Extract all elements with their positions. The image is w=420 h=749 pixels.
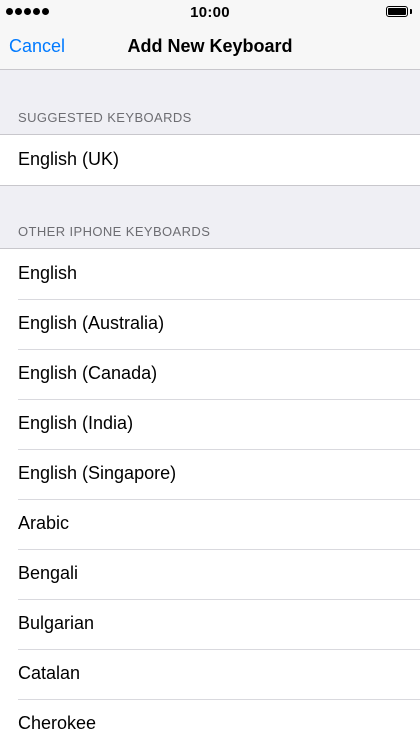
other-keyboards-group: English English (Australia) English (Can… [0, 248, 420, 749]
keyboard-name: Bengali [18, 563, 79, 583]
list-item[interactable]: English (UK) [0, 135, 420, 185]
keyboard-name: English (India) [18, 413, 134, 433]
list-item[interactable]: Arabic [0, 499, 420, 549]
list-item[interactable]: English (Australia) [0, 299, 420, 349]
status-bar: 10:00 [0, 0, 420, 24]
keyboard-name: English (Australia) [18, 313, 165, 333]
keyboard-name: English (UK) [18, 149, 120, 169]
keyboard-name: English [18, 263, 78, 283]
section-header-other: OTHER IPHONE KEYBOARDS [0, 186, 420, 248]
navigation-bar: Cancel Add New Keyboard [0, 24, 420, 70]
keyboard-name: English (Singapore) [18, 463, 177, 483]
section-header-suggested: SUGGESTED KEYBOARDS [0, 70, 420, 134]
battery-icon [386, 6, 412, 17]
section-header-label: SUGGESTED KEYBOARDS [18, 110, 192, 125]
keyboard-list[interactable]: SUGGESTED KEYBOARDS English (UK) OTHER I… [0, 70, 420, 749]
keyboard-name: Bulgarian [18, 613, 95, 633]
list-item[interactable]: English (Canada) [0, 349, 420, 399]
list-item[interactable]: Bulgarian [0, 599, 420, 649]
list-item[interactable]: Catalan [0, 649, 420, 699]
list-item[interactable]: English [0, 249, 420, 299]
keyboard-name: Cherokee [18, 713, 97, 733]
list-item[interactable]: Bengali [0, 549, 420, 599]
list-item[interactable]: Cherokee [0, 699, 420, 749]
keyboard-name: Catalan [18, 663, 81, 683]
page-title: Add New Keyboard [127, 36, 293, 56]
section-header-label: OTHER IPHONE KEYBOARDS [18, 224, 211, 239]
status-time: 10:00 [190, 4, 230, 21]
list-item[interactable]: English (Singapore) [0, 449, 420, 499]
keyboard-name: English (Canada) [18, 363, 158, 383]
list-item[interactable]: English (India) [0, 399, 420, 449]
keyboard-name: Arabic [18, 513, 70, 533]
suggested-keyboards-group: English (UK) [0, 134, 420, 186]
